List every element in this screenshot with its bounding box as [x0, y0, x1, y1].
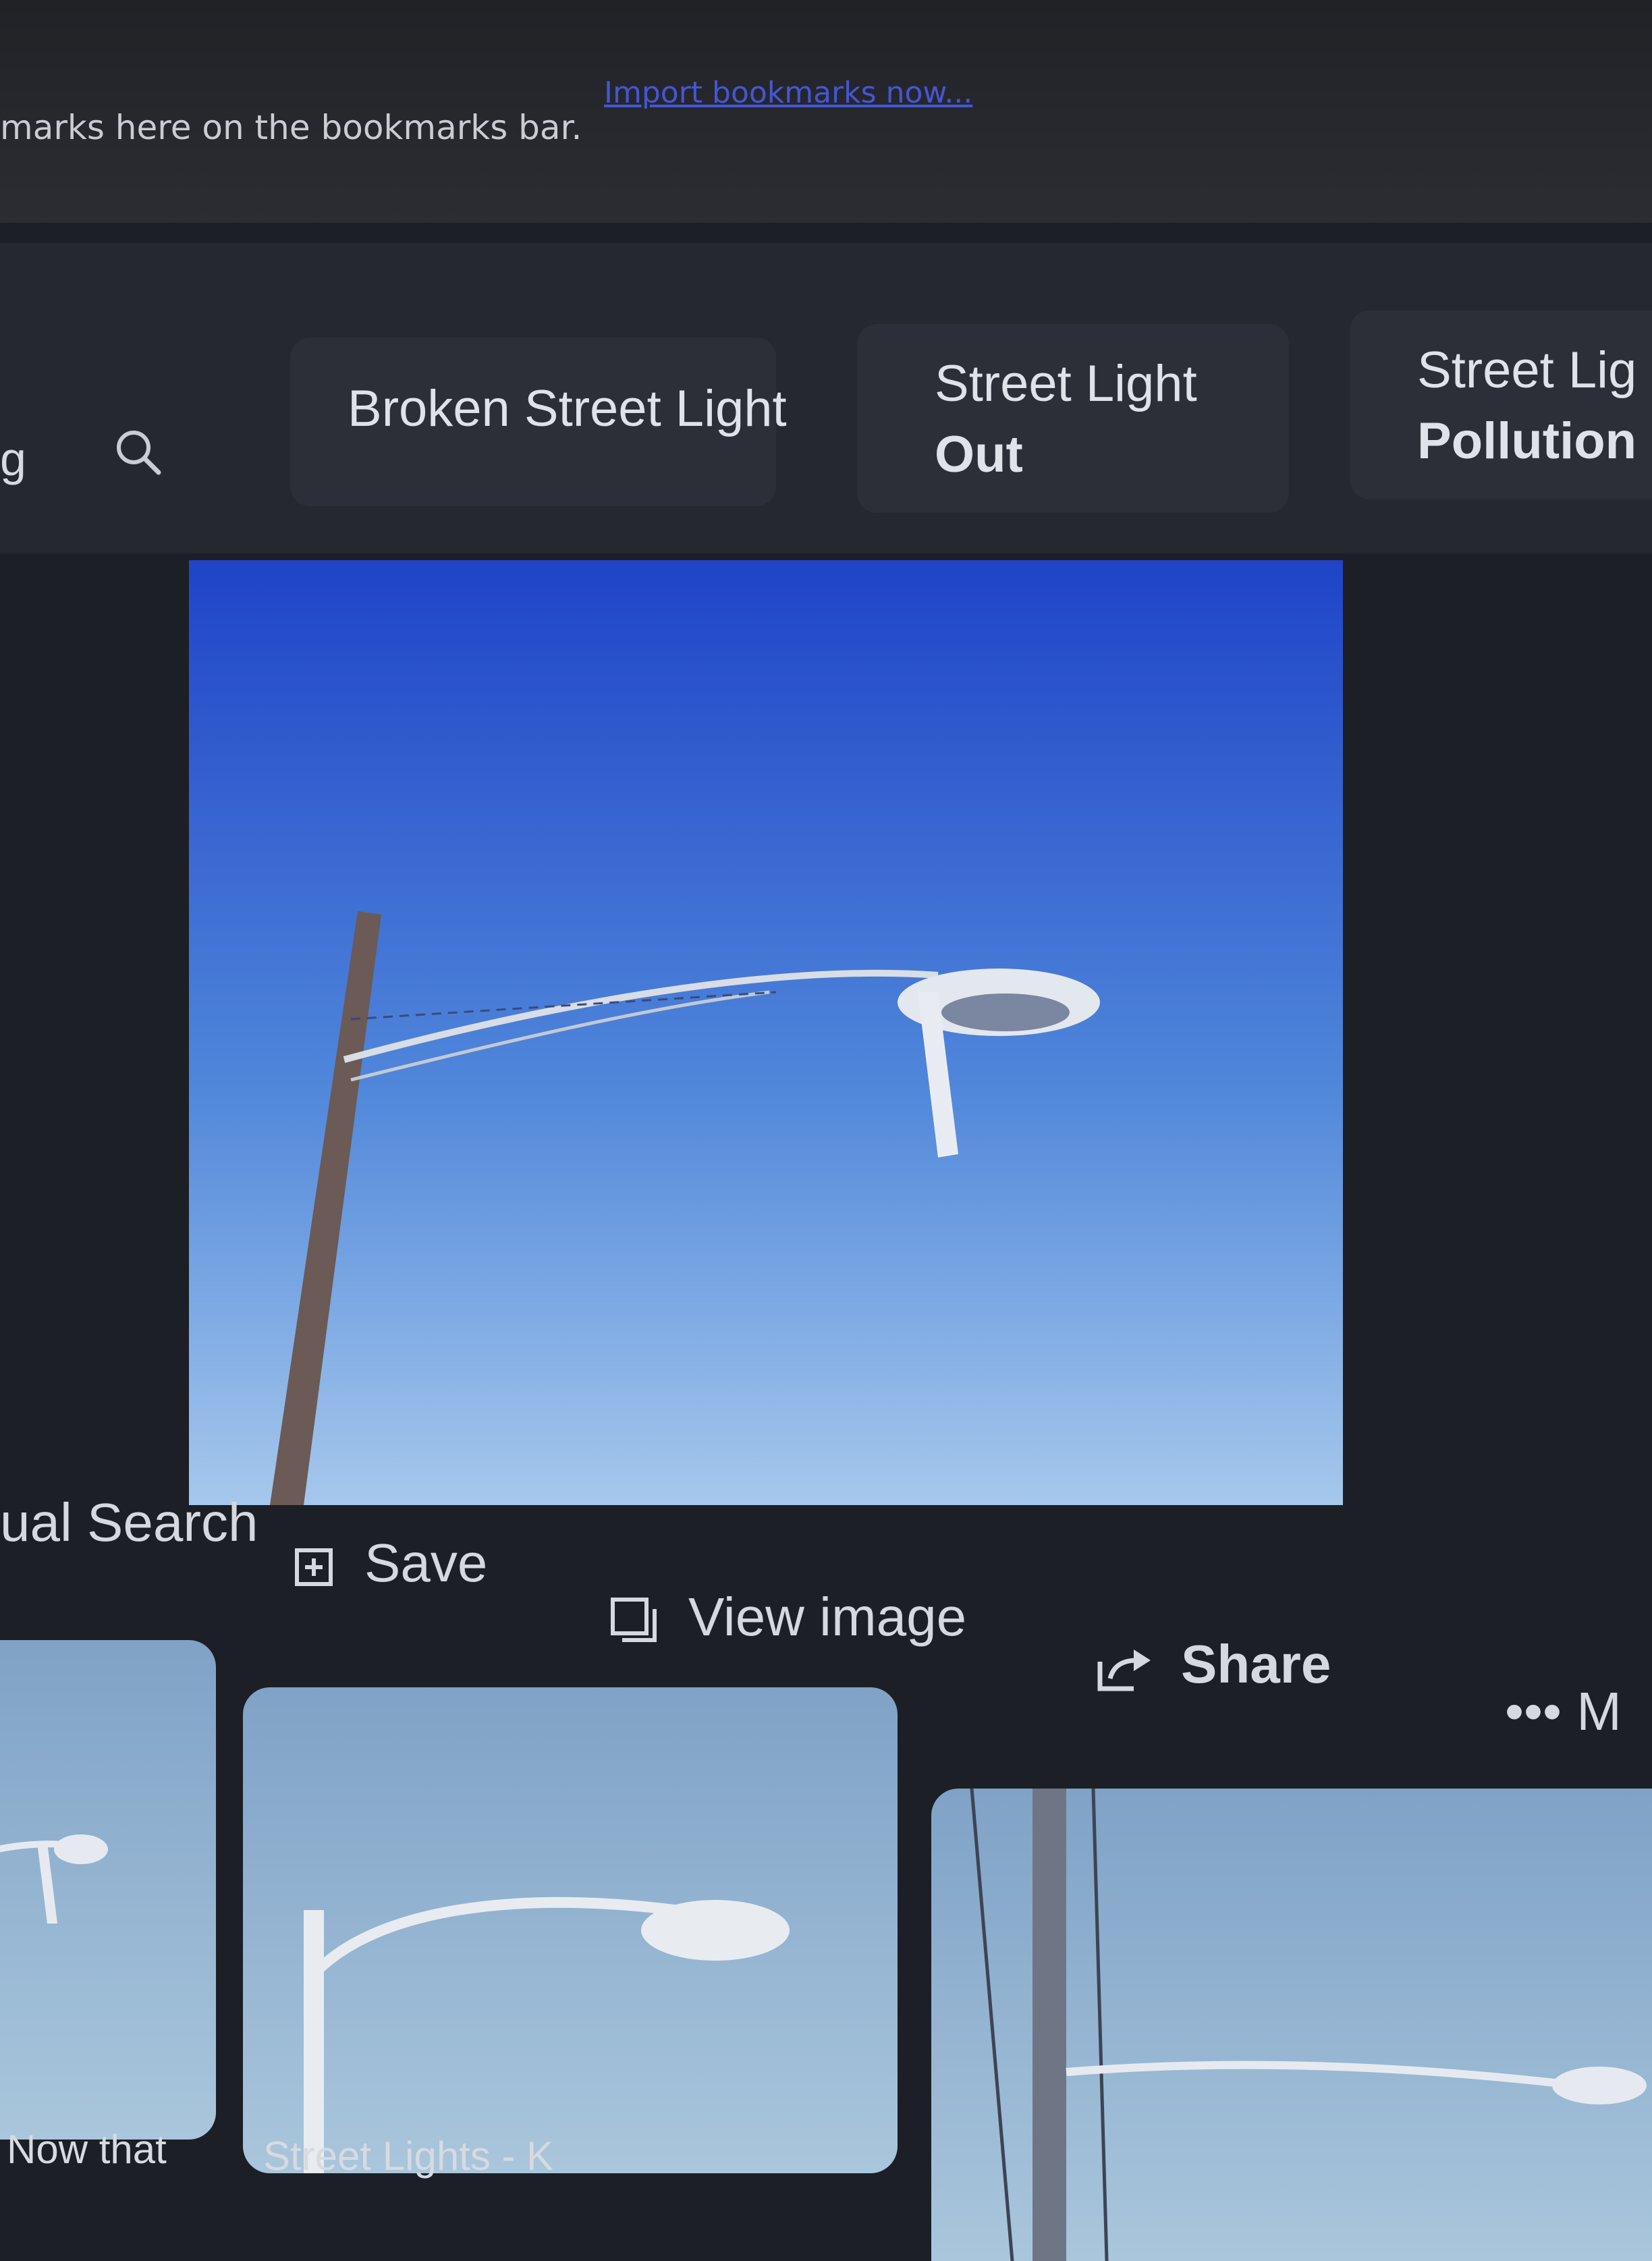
- thumbnail-caption[interactable]: Now that: [7, 2126, 167, 2173]
- search-query-text[interactable]: g: [0, 432, 26, 486]
- thumbnail-1[interactable]: [0, 1640, 216, 2140]
- save-button[interactable]: Save: [290, 1532, 487, 1594]
- save-label: Save: [364, 1533, 488, 1593]
- chip-label: Street Light: [935, 355, 1197, 412]
- main-result-image[interactable]: [189, 560, 1343, 1505]
- chip-label: Broken Street Light: [348, 380, 787, 437]
- related-chip-broken-street-light[interactable]: Broken Street Light: [290, 337, 787, 506]
- related-images-strip: [0, 1620, 1652, 2261]
- import-bookmarks-link[interactable]: Import bookmarks now...: [604, 76, 1117, 116]
- thumbnail-3[interactable]: [931, 1789, 1652, 2261]
- chip-label-bold: Pollution: [1417, 412, 1637, 470]
- thumbnail-2[interactable]: [243, 1687, 898, 2173]
- thumbnail-image: [304, 1897, 790, 2173]
- thumbnail-caption[interactable]: Street Lights - K: [263, 2133, 553, 2179]
- related-chip-street-light-pollution[interactable]: Street Lig Pollution: [1350, 310, 1652, 499]
- related-chip-street-light-out[interactable]: Street Light Out: [857, 324, 1289, 513]
- visual-search-button[interactable]: ual Search: [0, 1492, 258, 1554]
- chip-label-bold: Out: [935, 426, 1023, 483]
- bookmarks-prompt: marks here on the bookmarks bar.: [0, 108, 582, 147]
- thumbnail-image: [0, 1834, 108, 1924]
- save-icon: [295, 1548, 333, 1586]
- search-icon[interactable]: [111, 425, 165, 479]
- chip-label: Street Lig: [1417, 342, 1637, 399]
- thumbnail-image: [970, 1789, 1647, 2261]
- bookmarks-bar: marks here on the bookmarks bar. Import …: [0, 0, 1652, 223]
